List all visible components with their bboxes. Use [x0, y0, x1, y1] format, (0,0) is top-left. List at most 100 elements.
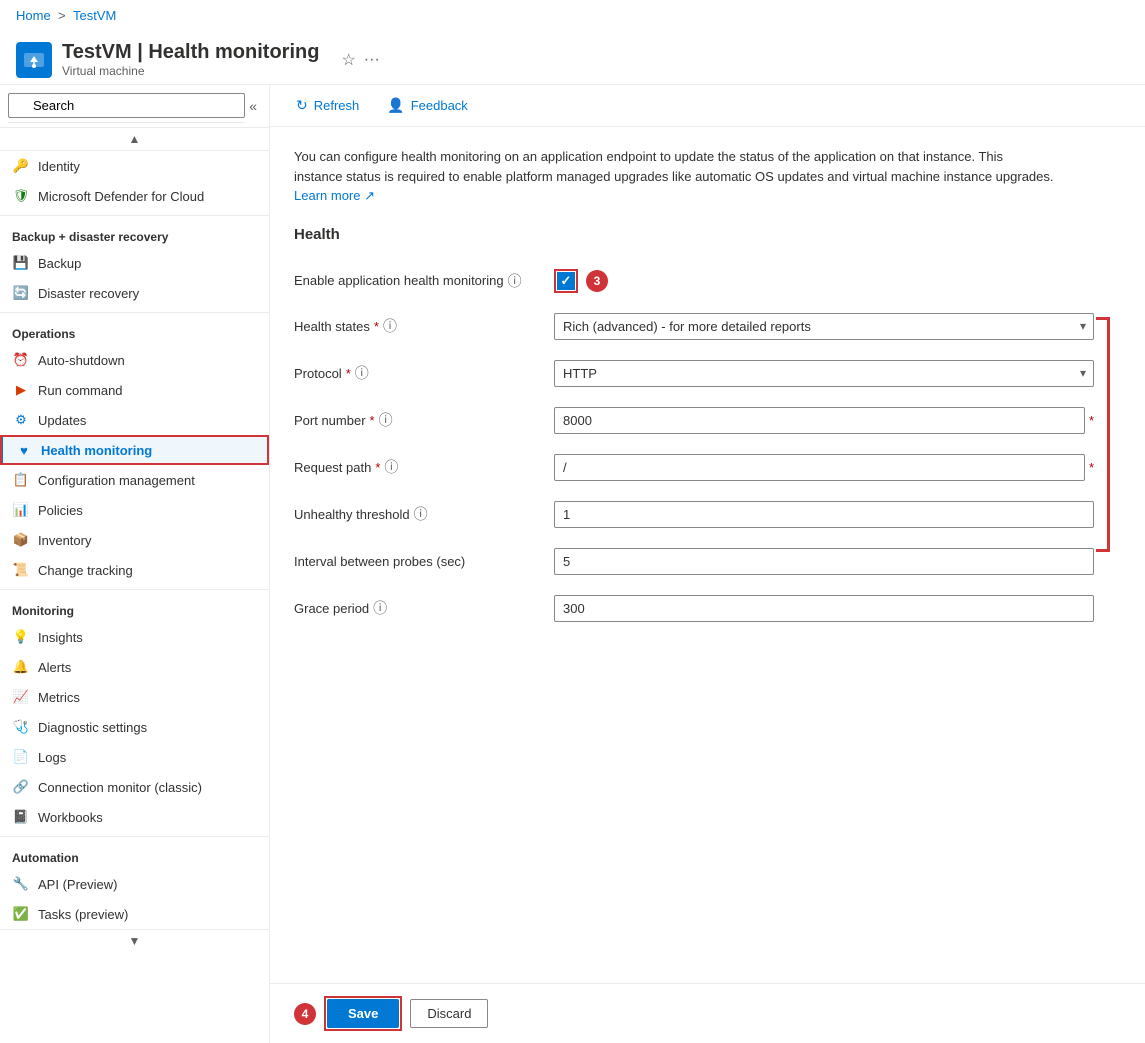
run-command-icon: ▶ [12, 381, 30, 399]
discard-button[interactable]: Discard [410, 999, 488, 1028]
sidebar-item-defender[interactable]: 🛡 Microsoft Defender for Cloud [0, 181, 269, 211]
backup-icon: 💾 [12, 254, 30, 272]
sidebar-item-label: Configuration management [38, 473, 195, 488]
sidebar-item-workbooks[interactable]: 📓 Workbooks [0, 802, 269, 832]
sidebar-collapse-button[interactable]: « [245, 94, 261, 118]
request-path-info-icon[interactable]: ⓘ [384, 457, 398, 477]
unhealthy-threshold-label: Unhealthy threshold ⓘ [294, 504, 554, 524]
clock-icon: ⏰ [12, 351, 30, 369]
sidebar-item-alerts[interactable]: 🔔 Alerts [0, 652, 269, 682]
sidebar-item-config-management[interactable]: 📋 Configuration management [0, 465, 269, 495]
workbooks-icon: 📓 [12, 808, 30, 826]
shield-icon: 🛡 [12, 187, 30, 205]
divider [0, 836, 269, 837]
refresh-icon: ↻ [296, 97, 308, 114]
sidebar-item-label: Alerts [38, 660, 71, 675]
sidebar-item-diagnostic-settings[interactable]: 🩺 Diagnostic settings [0, 712, 269, 742]
breadcrumb-home[interactable]: Home [16, 8, 51, 23]
sidebar-item-api-preview[interactable]: 🔧 API (Preview) [0, 869, 269, 899]
search-input[interactable] [8, 93, 245, 118]
sidebar-item-label: Connection monitor (classic) [38, 780, 202, 795]
enable-health-control: ✓ 3 [554, 269, 1094, 293]
sidebar-item-label: Identity [38, 159, 80, 174]
required-indicator: * [375, 460, 380, 475]
unhealthy-threshold-control [554, 501, 1094, 528]
enable-health-info-icon[interactable]: ⓘ [508, 271, 522, 291]
grace-period-control [554, 595, 1094, 622]
sidebar-item-insights[interactable]: 💡 Insights [0, 622, 269, 652]
policies-icon: 📊 [12, 501, 30, 519]
section-label-monitoring: Monitoring [0, 594, 269, 622]
sidebar-item-inventory[interactable]: 📦 Inventory [0, 525, 269, 555]
metrics-icon: 📈 [12, 688, 30, 706]
sidebar-item-metrics[interactable]: 📈 Metrics [0, 682, 269, 712]
sidebar-item-logs[interactable]: 📄 Logs [0, 742, 269, 772]
more-options-icon[interactable]: ··· [364, 51, 380, 69]
checkbox-check-icon: ✓ [561, 274, 572, 287]
refresh-label: Refresh [314, 98, 360, 113]
breadcrumb: Home > TestVM [0, 0, 1145, 31]
favorite-icon[interactable]: ☆ [341, 50, 355, 70]
sidebar-item-tasks-preview[interactable]: ✅ Tasks (preview) [0, 899, 269, 929]
sidebar-item-label: Logs [38, 750, 66, 765]
sidebar-item-identity[interactable]: 🔑 Identity [0, 151, 269, 181]
refresh-button[interactable]: ↻ Refresh [290, 93, 365, 118]
protocol-info-icon[interactable]: ⓘ [355, 363, 369, 383]
feedback-label: Feedback [411, 98, 468, 113]
grace-period-input[interactable] [554, 595, 1094, 622]
health-states-info-icon[interactable]: ⓘ [383, 316, 397, 336]
sidebar-item-change-tracking[interactable]: 📜 Change tracking [0, 555, 269, 585]
divider [0, 589, 269, 590]
port-number-control [554, 407, 1085, 434]
scroll-up-arrow[interactable]: ▲ [129, 132, 141, 146]
api-icon: 🔧 [12, 875, 30, 893]
interval-input[interactable] [554, 548, 1094, 575]
scroll-down-arrow[interactable]: ▼ [129, 934, 141, 948]
port-number-row: Port number * ⓘ * [294, 397, 1094, 444]
divider [0, 312, 269, 313]
learn-more-link[interactable]: Learn more ↗ [294, 188, 375, 203]
port-number-input[interactable] [554, 407, 1085, 434]
protocol-select[interactable]: HTTP [554, 360, 1094, 387]
health-form: Enable application health monitoring ⓘ ✓ [294, 259, 1094, 632]
required-indicator: * [374, 319, 379, 334]
port-info-icon[interactable]: ⓘ [379, 410, 393, 430]
sidebar-item-label: Run command [38, 383, 123, 398]
sidebar-item-updates[interactable]: ⚙ Updates [0, 405, 269, 435]
protocol-label: Protocol * ⓘ [294, 363, 554, 383]
save-button[interactable]: Save [327, 999, 399, 1028]
sidebar-item-label: Health monitoring [41, 443, 152, 458]
page-subtitle: Virtual machine [62, 64, 319, 78]
interval-row: Interval between probes (sec) [294, 538, 1094, 585]
grace-period-info-icon[interactable]: ⓘ [373, 598, 387, 618]
health-states-select[interactable]: Rich (advanced) - for more detailed repo… [554, 313, 1094, 340]
change-tracking-icon: 📜 [12, 561, 30, 579]
sidebar-item-connection-monitor[interactable]: 🔗 Connection monitor (classic) [0, 772, 269, 802]
breadcrumb-vm[interactable]: TestVM [73, 8, 116, 23]
request-required-star: * [1089, 460, 1094, 475]
step3-badge: 3 [586, 270, 608, 292]
sidebar-item-run-command[interactable]: ▶ Run command [0, 375, 269, 405]
sidebar-item-backup[interactable]: 💾 Backup [0, 248, 269, 278]
enable-health-checkbox[interactable]: ✓ [557, 272, 575, 290]
enable-health-row: Enable application health monitoring ⓘ ✓ [294, 259, 1094, 303]
interval-control [554, 548, 1094, 575]
sidebar-item-policies[interactable]: 📊 Policies [0, 495, 269, 525]
unhealthy-threshold-info-icon[interactable]: ⓘ [414, 504, 428, 524]
sidebar-item-label: Metrics [38, 690, 80, 705]
request-path-input[interactable] [554, 454, 1085, 481]
sidebar-item-label: Workbooks [38, 810, 103, 825]
sidebar-item-auto-shutdown[interactable]: ⏰ Auto-shutdown [0, 345, 269, 375]
section-label-backup: Backup + disaster recovery [0, 220, 269, 248]
key-icon: 🔑 [12, 157, 30, 175]
checkbox-area: ✓ 3 [554, 269, 1094, 293]
unhealthy-threshold-input[interactable] [554, 501, 1094, 528]
health-states-control: Rich (advanced) - for more detailed repo… [554, 313, 1094, 340]
sidebar-item-health-monitoring[interactable]: ♥ Health monitoring [0, 435, 269, 465]
request-path-control [554, 454, 1085, 481]
sidebar-item-disaster-recovery[interactable]: 🔄 Disaster recovery [0, 278, 269, 308]
feedback-button[interactable]: 👤 Feedback [381, 93, 474, 118]
main-layout: « ▲ 🔑 Identity 🛡 Microsoft Defender for … [0, 85, 1145, 1043]
description-text: You can configure health monitoring on a… [294, 147, 1054, 206]
sidebar-item-label: Diagnostic settings [38, 720, 147, 735]
